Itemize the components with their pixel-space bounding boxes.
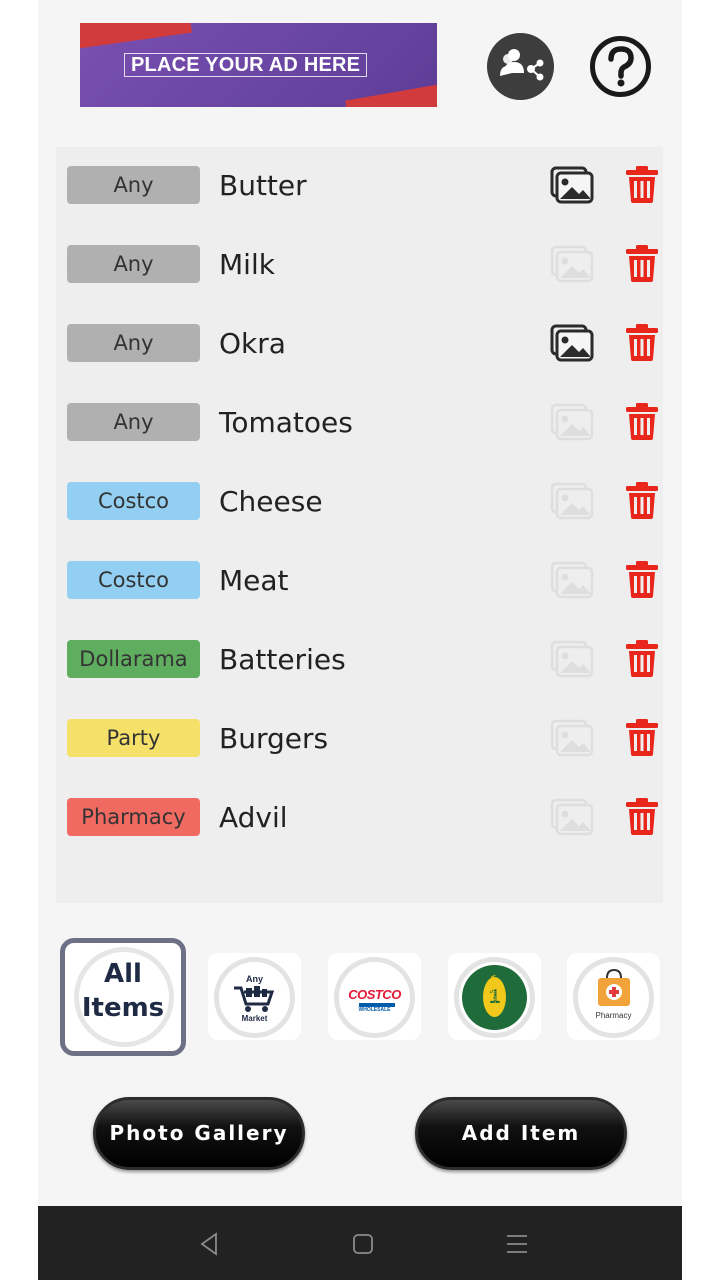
dollarama-logo: 1 DOLLARAMA: [454, 957, 535, 1038]
store-filter-any-market[interactable]: Any Market: [208, 953, 301, 1040]
item-name[interactable]: Burgers: [219, 718, 328, 760]
photo-gallery-button[interactable]: Photo Gallery: [93, 1097, 305, 1170]
store-tag[interactable]: Dollarama: [67, 640, 200, 678]
costco-logo-sub: WHOLESALE: [358, 1007, 391, 1013]
trash-icon[interactable]: [625, 718, 659, 756]
any-market-line1: Any: [245, 974, 263, 984]
home-icon[interactable]: [349, 1230, 377, 1258]
list-item[interactable]: Costco Meat: [56, 542, 663, 621]
any-market-logo: Any Market: [214, 957, 295, 1038]
store-tag[interactable]: Party: [67, 719, 200, 757]
list-item[interactable]: Any Milk: [56, 226, 663, 305]
trash-icon[interactable]: [625, 244, 659, 282]
item-name[interactable]: Meat: [219, 560, 289, 602]
ad-decoration: [345, 81, 437, 107]
list-item[interactable]: Party Burgers: [56, 700, 663, 779]
list-item[interactable]: Dollarama Batteries: [56, 621, 663, 700]
item-name[interactable]: Milk: [219, 244, 275, 286]
store-tag[interactable]: Any: [67, 403, 200, 441]
app-screen: PLACE YOUR AD HERE Any Butter Any Milk A…: [38, 0, 682, 1206]
back-icon[interactable]: [196, 1230, 224, 1258]
trash-icon[interactable]: [625, 481, 659, 519]
all-items-line1: All: [104, 959, 142, 989]
add-item-button[interactable]: Add Item: [415, 1097, 627, 1170]
trash-icon[interactable]: [625, 797, 659, 835]
store-tag[interactable]: Costco: [67, 482, 200, 520]
photo-placeholder-icon[interactable]: [550, 482, 594, 520]
store-filter-bar: All Items Any Market COSTCO WHOLESALE 1 …: [38, 938, 682, 1058]
item-name[interactable]: Butter: [219, 165, 307, 207]
menu-icon[interactable]: [503, 1230, 531, 1258]
photo-placeholder-icon[interactable]: [550, 403, 594, 441]
item-name[interactable]: Okra: [219, 323, 286, 365]
store-tag[interactable]: Pharmacy: [67, 798, 200, 836]
ad-text: PLACE YOUR AD HERE: [124, 53, 368, 77]
photo-placeholder-icon[interactable]: [550, 798, 594, 836]
share-button[interactable]: [487, 33, 554, 100]
item-name[interactable]: Advil: [219, 797, 288, 839]
ad-decoration: [80, 23, 192, 50]
photo-placeholder-icon[interactable]: [550, 640, 594, 678]
list-item[interactable]: Any Okra: [56, 305, 663, 384]
item-name[interactable]: Cheese: [219, 481, 323, 523]
photo-placeholder-icon[interactable]: [550, 719, 594, 757]
trash-icon[interactable]: [625, 560, 659, 598]
list-item[interactable]: Pharmacy Advil: [56, 779, 663, 858]
shopping-cart-icon: [234, 986, 275, 1012]
left-margin: [0, 0, 38, 1206]
costco-logo: COSTCO WHOLESALE: [334, 957, 415, 1038]
photo-placeholder-icon[interactable]: [550, 561, 594, 599]
photo-icon[interactable]: [550, 324, 594, 362]
trash-icon[interactable]: [625, 323, 659, 361]
store-tag[interactable]: Any: [67, 324, 200, 362]
right-margin: [682, 0, 720, 1206]
store-tag[interactable]: Any: [67, 245, 200, 283]
header: PLACE YOUR AD HERE: [38, 0, 682, 128]
store-filter-all-items[interactable]: All Items: [60, 938, 186, 1056]
list-item[interactable]: Costco Cheese: [56, 463, 663, 542]
help-icon: [590, 36, 651, 97]
ad-banner[interactable]: PLACE YOUR AD HERE: [80, 23, 437, 107]
item-name[interactable]: Tomatoes: [219, 402, 353, 444]
store-tag[interactable]: Costco: [67, 561, 200, 599]
all-items-line2: Items: [81, 993, 165, 1023]
list-item[interactable]: Any Tomatoes: [56, 384, 663, 463]
all-items-label: All Items: [65, 957, 181, 1025]
store-filter-costco[interactable]: COSTCO WHOLESALE: [328, 953, 421, 1040]
store-filter-dollarama[interactable]: 1 DOLLARAMA: [448, 953, 541, 1040]
system-nav-bar: [38, 1206, 682, 1280]
any-market-line2: Market: [241, 1014, 268, 1023]
pharmacy-label: Pharmacy: [595, 1011, 632, 1020]
dollarama-logo-text: DOLLARAMA: [491, 974, 498, 1014]
costco-logo-text: COSTCO: [348, 987, 401, 1002]
pharmacy-logo: Pharmacy: [573, 957, 654, 1038]
photo-icon[interactable]: [550, 166, 594, 204]
trash-icon[interactable]: [625, 165, 659, 203]
share-users-icon: [500, 49, 544, 81]
dollarama-logo-disc: 1 DOLLARAMA: [462, 965, 527, 1030]
photo-placeholder-icon[interactable]: [550, 245, 594, 283]
trash-icon[interactable]: [625, 639, 659, 677]
list-item[interactable]: Any Butter: [56, 147, 663, 226]
pharmacy-bag-icon: [598, 968, 630, 1006]
item-name[interactable]: Batteries: [219, 639, 346, 681]
item-list: Any Butter Any Milk Any Okra Any Tomatoe…: [56, 147, 663, 903]
store-tag[interactable]: Any: [67, 166, 200, 204]
trash-icon[interactable]: [625, 402, 659, 440]
help-button[interactable]: [589, 35, 652, 98]
store-filter-pharmacy[interactable]: Pharmacy: [567, 953, 660, 1040]
